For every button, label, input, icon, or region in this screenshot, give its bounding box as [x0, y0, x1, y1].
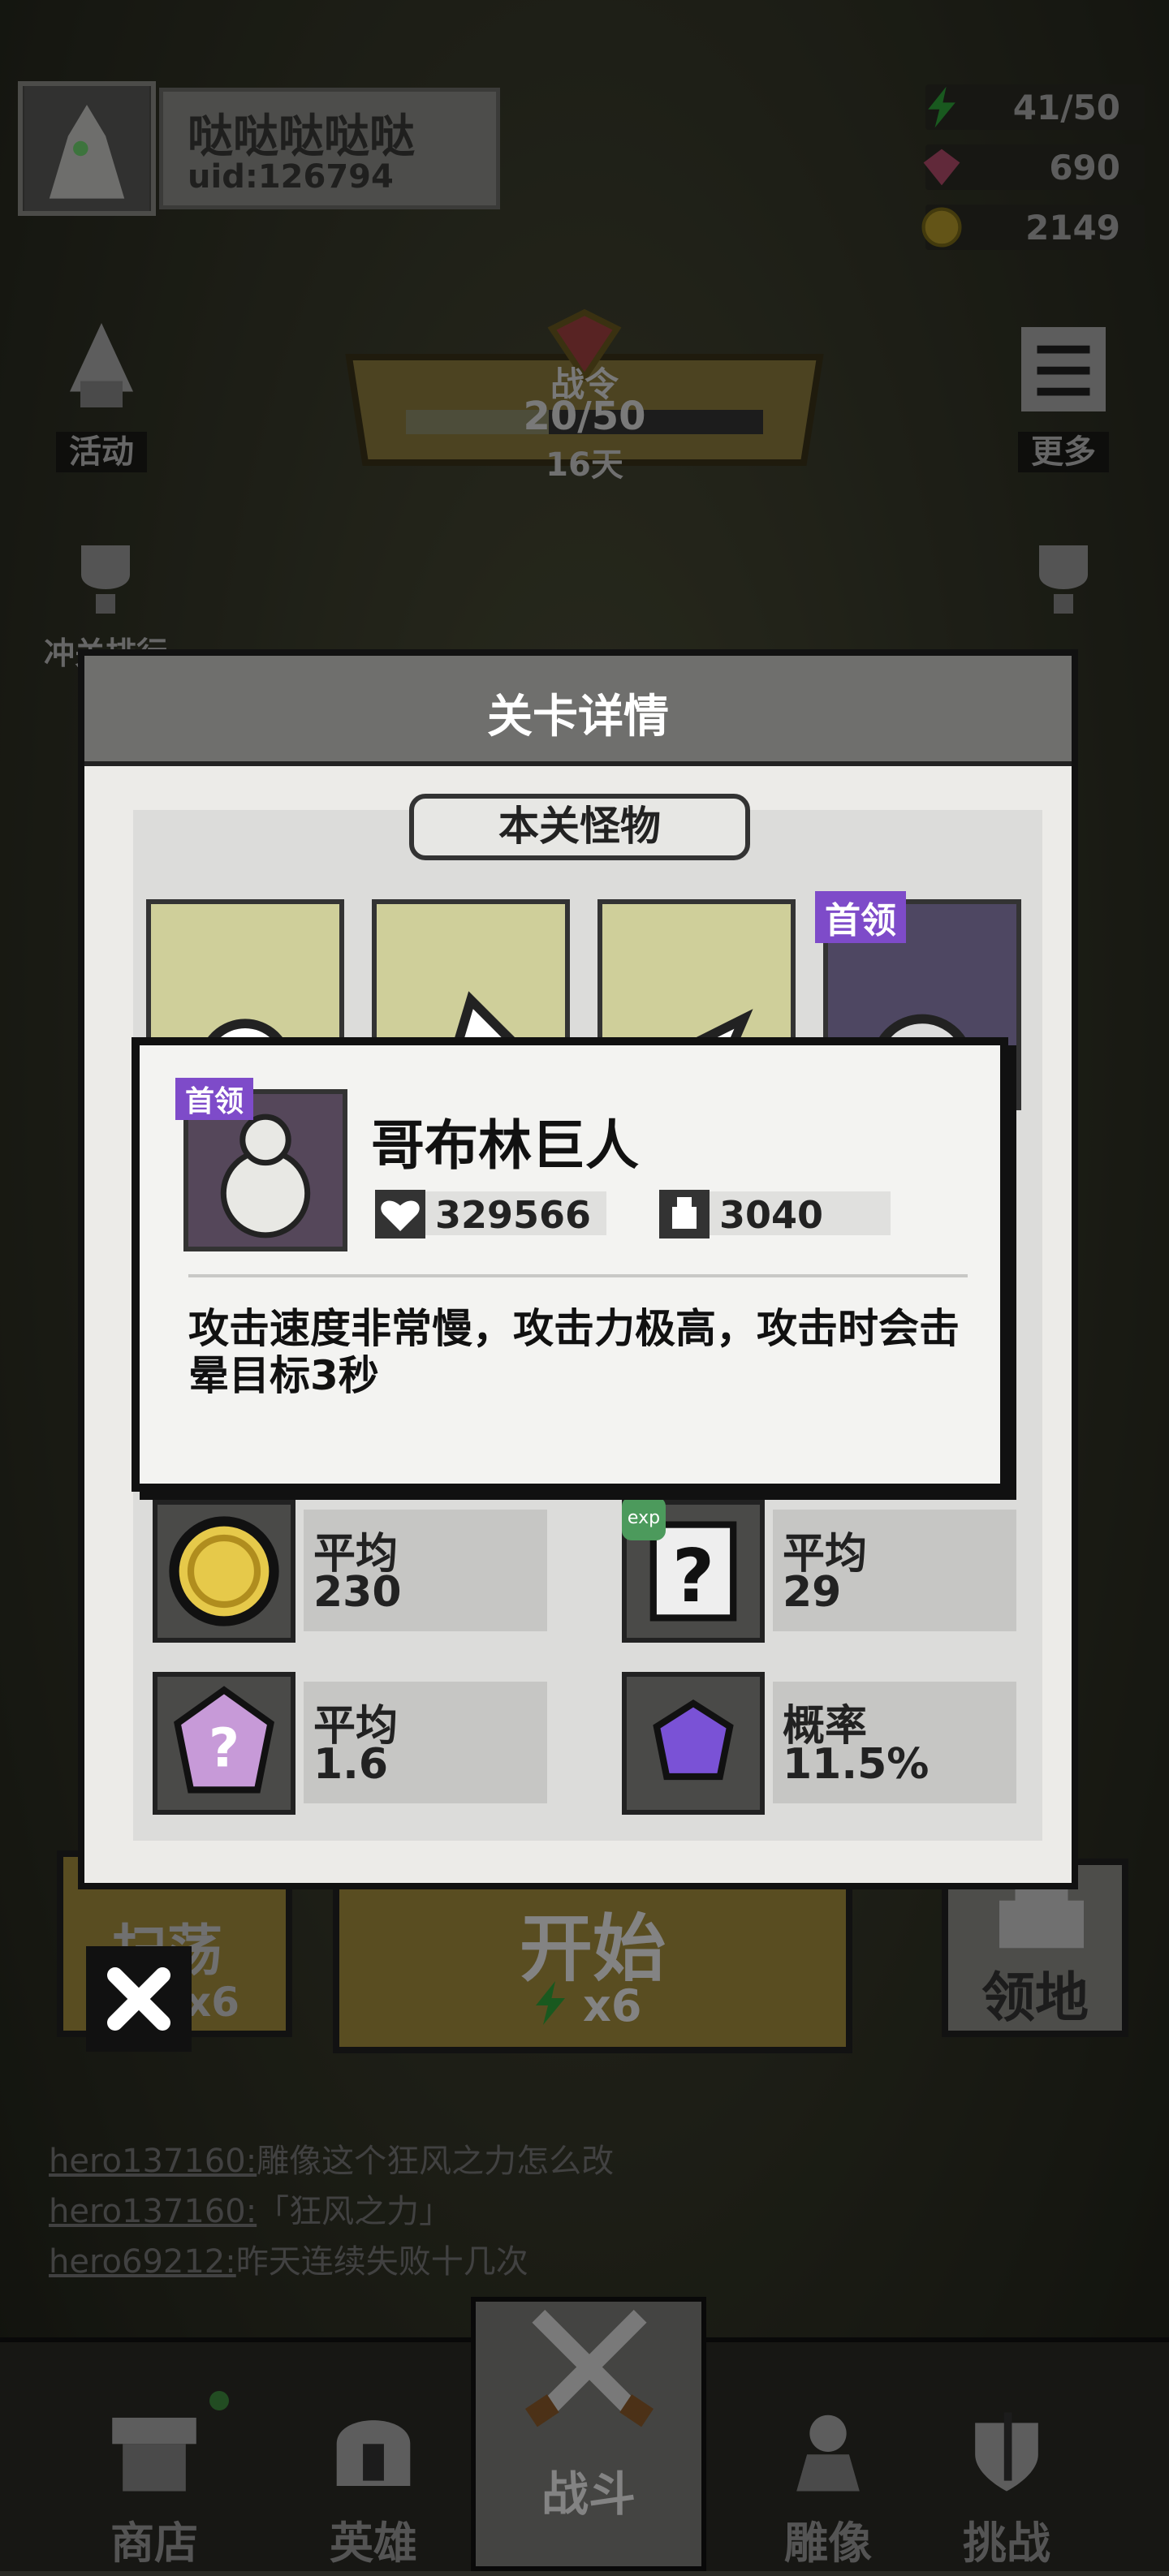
heart-icon [381, 1200, 420, 1231]
reward-exp-text: 平均 29 [773, 1510, 1016, 1631]
reward-icon-gem[interactable]: ? [153, 1672, 295, 1815]
reward-gold-text: 平均 230 [304, 1510, 547, 1631]
reward-gem-text: 平均 1.6 [304, 1682, 547, 1803]
section-monsters-title: 本关怪物 [409, 794, 750, 860]
close-icon [107, 1967, 170, 2031]
close-button[interactable] [86, 1946, 192, 2052]
gold-coin-icon [169, 1516, 279, 1626]
exp-badge: exp [622, 1497, 666, 1540]
dialog-title: 关卡详情 [487, 691, 669, 743]
purple-crystal-icon [653, 1699, 734, 1781]
reward-value: 230 [313, 1568, 402, 1617]
hp-value: 329566 [435, 1193, 592, 1237]
svg-text:?: ? [209, 1718, 239, 1780]
monster-detail-popup: 首领 哥布林巨人 329566 3040 攻击速度非常慢，攻击力极高，攻击时会击… [132, 1037, 1008, 1492]
reward-icon-exp[interactable]: ? exp [622, 1497, 765, 1643]
reward-value: 1.6 [313, 1740, 389, 1789]
hp-stat: 329566 [375, 1190, 606, 1238]
reward-value: 29 [783, 1568, 842, 1617]
reward-icon-gold[interactable] [153, 1500, 295, 1643]
attack-value: 3040 [719, 1193, 824, 1237]
fist-icon [672, 1197, 697, 1229]
reward-value: 11.5% [783, 1740, 930, 1789]
svg-text:?: ? [672, 1534, 714, 1619]
divider [188, 1274, 968, 1277]
gem-mystery-icon: ? [174, 1686, 274, 1794]
monster-name: 哥布林巨人 [371, 1114, 639, 1177]
attack-stat: 3040 [659, 1190, 891, 1238]
boss-tag: 首领 [815, 891, 906, 943]
reward-icon-crystal[interactable] [622, 1672, 765, 1815]
dialog-header: 关卡详情 [84, 656, 1072, 766]
reward-crystal-text: 概率 11.5% [773, 1682, 1016, 1803]
popup-boss-tag: 首领 [175, 1078, 254, 1120]
monster-description: 攻击速度非常慢，攻击力极高，攻击时会击晕目标3秒 [188, 1305, 960, 1399]
